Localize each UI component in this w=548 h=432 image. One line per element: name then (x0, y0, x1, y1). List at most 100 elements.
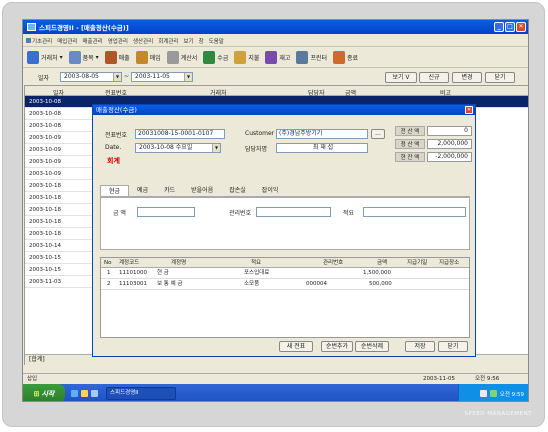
table-row[interactable]: 2 11103001 보 통 예 금 소모품 000004 500,000 (101, 279, 469, 290)
tab-note[interactable]: 받을어음 (183, 185, 221, 196)
date-label: 일자 (38, 75, 50, 82)
voucher-field[interactable]: 20031008-15-0001-0107 (135, 129, 225, 139)
row-memo: 소모품 (244, 281, 260, 287)
save-button[interactable]: 저장 (405, 341, 435, 352)
tab-card[interactable]: 카드 (156, 185, 183, 196)
stock-tool-button[interactable]: 재고 (265, 51, 290, 64)
table-row[interactable]: 2003-10-09 (25, 168, 95, 180)
row-account: 보 통 예 금 (157, 281, 183, 287)
date-select[interactable]: 2003-10-08 수요일 ▼ (135, 143, 221, 153)
invoice-icon (166, 51, 179, 64)
start-button[interactable]: ⊞ 시작 (23, 384, 65, 401)
table-row[interactable]: 2003-10-09 (25, 144, 95, 156)
manager-label: 담당자명 (245, 146, 268, 153)
menu-item[interactable]: 기초관리 (26, 37, 52, 45)
tab-deposit[interactable]: 예금 (129, 185, 156, 196)
amount-label: 금 액 (113, 210, 126, 217)
close-list-button[interactable]: 닫기 (485, 72, 515, 83)
menu-item[interactable]: 회계관리 (158, 37, 178, 45)
menu-item[interactable]: 창 (199, 37, 204, 45)
invoice-tool-button[interactable]: 계산서 (166, 51, 197, 64)
menu-item[interactable]: 매출관리 (83, 37, 103, 45)
tray-icon[interactable] (489, 390, 497, 397)
memo-field[interactable] (363, 207, 466, 217)
tab-misc-gain[interactable]: 잡이익 (254, 185, 287, 196)
menu-item[interactable]: 영업관리 (108, 37, 128, 45)
customer-label: Customer (245, 130, 275, 137)
dialog-close-button[interactable]: 닫기 (438, 341, 468, 352)
table-row[interactable]: 2003-10-08 (25, 108, 95, 120)
table-row[interactable]: 2003-10-09 (25, 132, 95, 144)
row-no: 1 (107, 270, 111, 276)
column-header: 적요 (251, 260, 262, 266)
sales-tool-button[interactable]: 매출 (104, 51, 130, 64)
amount-field[interactable] (137, 207, 195, 217)
table-row[interactable]: 2003-11-03 (25, 276, 95, 288)
column-header: 계정명 (171, 260, 187, 266)
table-row[interactable]: 2003-10-18 (25, 192, 95, 204)
table-row[interactable]: 2003-10-14 (25, 240, 95, 252)
edit-button[interactable]: 변경 (452, 72, 482, 83)
taskbar-app-button[interactable]: 스피드경영II (106, 387, 176, 400)
row-account: 현 금 (157, 270, 169, 276)
table-row[interactable]: 2003-10-18 (25, 228, 95, 240)
close-button[interactable]: ✕ (516, 22, 526, 32)
ref-field[interactable] (256, 207, 331, 217)
quicklaunch-icon[interactable] (81, 390, 88, 397)
item-tool-button[interactable]: 품목 ▾ (68, 51, 99, 64)
table-row[interactable]: 2003-10-15 (25, 252, 95, 264)
quicklaunch-icon[interactable] (71, 390, 78, 397)
customer-lookup-button[interactable]: ... (371, 129, 385, 139)
add-row-button[interactable]: 순번추가 (321, 341, 353, 352)
maximize-button[interactable]: □ (505, 22, 515, 32)
customer-tool-button[interactable]: 거래처 ▾ (27, 51, 63, 64)
sales-settlement-dialog: 매출정산(수금) ✕ 전표번호 20031008-15-0001-0107 Da… (92, 104, 476, 357)
tab-misc-loss[interactable]: 잡손실 (221, 185, 254, 196)
table-row[interactable]: 2003-10-18 (25, 204, 95, 216)
document-icon (68, 51, 81, 64)
menu-item[interactable]: 보기 (184, 37, 194, 45)
table-row[interactable]: 1 11101000 현 금 포스입대료 1,500,000 (101, 268, 469, 279)
new-voucher-button[interactable]: 새 전표 (279, 341, 313, 352)
tab-cash[interactable]: 현금 (100, 185, 130, 196)
new-button[interactable]: 신규 (419, 72, 449, 83)
menu-item[interactable]: 도움말 (209, 37, 224, 45)
table-row[interactable]: 2003-10-08 (25, 120, 95, 132)
close-icon[interactable]: ✕ (465, 106, 473, 114)
minimize-button[interactable]: _ (494, 22, 504, 32)
date-to-select[interactable]: 2003-11-05 ▼ (131, 72, 193, 82)
exit-tool-button[interactable]: 종료 (333, 51, 358, 64)
menu-item[interactable]: 생산관리 (133, 37, 153, 45)
customer-field[interactable]: (주)경남주방기기 (276, 129, 368, 139)
purchase-tool-button[interactable]: 매입 (135, 51, 161, 64)
payment-tabs: 현금 예금 카드 받을어음 잡손실 잡이익 (100, 185, 470, 197)
printer-tool-button[interactable]: 프린터 (296, 51, 327, 64)
summary-label: 현 잔 액 (395, 152, 425, 162)
window-title: 스피드경영II - [매출정산(수금)] (39, 24, 129, 32)
table-row[interactable]: 2003-10-09 (25, 156, 95, 168)
table-row[interactable]: 2003-10-18 (25, 180, 95, 192)
table-row[interactable]: 2003-10-18 (25, 216, 95, 228)
window-titlebar: 스피드경영II - [매출정산(수금)] _ □ ✕ (23, 20, 528, 34)
detail-grid[interactable]: No 계정코드 계정명 적요 관리번호 금액 지급기일 지급장소 1 11101… (100, 257, 470, 338)
view-button[interactable]: 보기 V (385, 72, 417, 83)
menu-item[interactable]: 매입관리 (57, 37, 77, 45)
manager-field[interactable]: 최 재 섭 (276, 143, 368, 153)
status-time: 오전 9:56 (475, 376, 500, 382)
pay-tool-button[interactable]: 지불 (234, 51, 259, 64)
quicklaunch-icon[interactable] (91, 390, 98, 397)
delete-row-button[interactable]: 순번삭제 (355, 341, 389, 352)
range-separator: ~ (124, 73, 130, 80)
column-header: 지급기일 (407, 260, 428, 266)
column-header: 금액 (377, 260, 388, 266)
voucher-label: 전표번호 (105, 132, 128, 139)
app-window: 스피드경영II - [매출정산(수금)] _ □ ✕ 기초관리 매입관리 매출관… (22, 19, 529, 402)
menu-bar: 기초관리 매입관리 매출관리 영업관리 생산관리 회계관리 보기 창 도움말 (23, 35, 528, 47)
column-header: No (104, 260, 112, 266)
house-icon (104, 51, 117, 64)
collect-tool-button[interactable]: 수금 (203, 51, 228, 64)
date-from-select[interactable]: 2003-08-05 ▼ (60, 72, 122, 82)
table-row[interactable]: 2003-10-15 (25, 264, 95, 276)
row-code: 11101000 (119, 270, 147, 276)
tray-icon[interactable] (479, 390, 487, 397)
